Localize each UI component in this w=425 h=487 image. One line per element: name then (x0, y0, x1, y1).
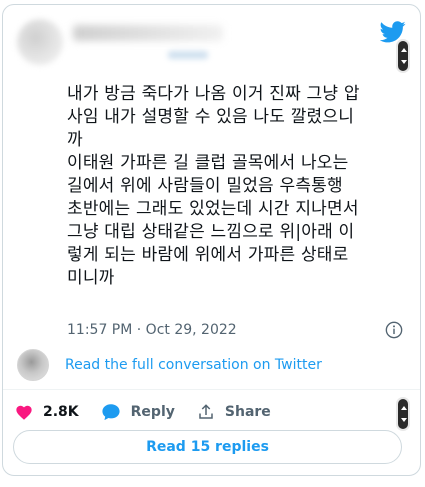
reply-label: Reply (130, 404, 175, 420)
tweet-text: 내가 방금 죽다가 나옴 이거 진짜 그냥 압 사임 내가 설명할 수 있음 나… (67, 84, 360, 288)
tweet-header (3, 5, 420, 80)
share-label: Share (224, 404, 271, 420)
heart-icon (16, 405, 32, 420)
read-conversation-link[interactable]: Read the full conversation on Twitter (65, 357, 322, 373)
reply-bubble-icon (102, 404, 120, 421)
like-count: 2.8K (43, 404, 79, 420)
read-replies-button[interactable]: Read 15 replies (13, 430, 402, 464)
reply-button[interactable]: Reply (101, 403, 175, 421)
embedded-tweet-card: 내가 방금 죽다가 나옴 이거 진짜 그냥 압 사임 내가 설명할 수 있음 나… (2, 4, 421, 476)
tweet-timestamp[interactable]: 11:57 PM · Oct 29, 2022 (67, 322, 237, 338)
author-handle-blurred[interactable] (168, 51, 208, 59)
share-button[interactable]: Share (197, 403, 271, 421)
author-avatar-blurred[interactable] (17, 19, 63, 65)
info-icon[interactable] (385, 321, 403, 339)
conversation-avatar[interactable] (17, 349, 49, 381)
scroll-handle-icon[interactable] (396, 397, 410, 431)
tweet-meta: 11:57 PM · Oct 29, 2022 (67, 319, 403, 341)
author-name-blurred[interactable] (73, 25, 223, 41)
conversation-row: Read the full conversation on Twitter (17, 349, 322, 381)
scroll-handle-icon[interactable] (396, 39, 410, 73)
share-icon (199, 404, 213, 419)
like-button[interactable]: 2.8K (15, 404, 79, 420)
tweet-actions: 2.8K Reply Share (15, 401, 293, 423)
divider (3, 389, 420, 390)
